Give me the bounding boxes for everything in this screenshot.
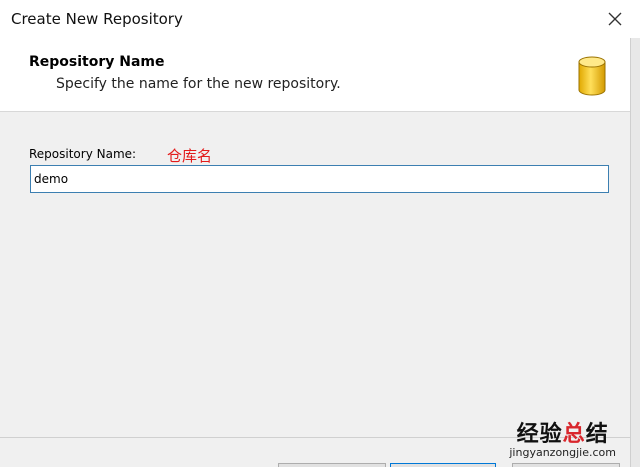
annotation-label: 仓库名 (167, 147, 213, 165)
title-bar: Create New Repository (0, 0, 640, 38)
watermark-url: jingyanzongjie.com (509, 446, 616, 459)
header-subtitle: Specify the name for the new repository. (56, 76, 341, 92)
watermark-title: 经验总结 (516, 421, 609, 447)
close-icon (608, 12, 622, 26)
header-title: Repository Name (29, 54, 165, 70)
cancel-button[interactable] (512, 463, 620, 467)
repository-name-label: Repository Name: (29, 147, 137, 161)
wizard-header: Repository Name Specify the name for the… (0, 38, 630, 112)
next-button[interactable] (390, 463, 496, 467)
create-repository-dialog: Create New Repository Repository Name Sp… (0, 0, 640, 467)
repository-name-input[interactable] (30, 165, 609, 193)
database-icon (578, 56, 606, 96)
right-edge-panel (630, 38, 640, 467)
close-button[interactable] (602, 6, 628, 32)
back-button[interactable] (278, 463, 386, 467)
window-title: Create New Repository (11, 10, 183, 28)
footer-divider (0, 437, 630, 438)
